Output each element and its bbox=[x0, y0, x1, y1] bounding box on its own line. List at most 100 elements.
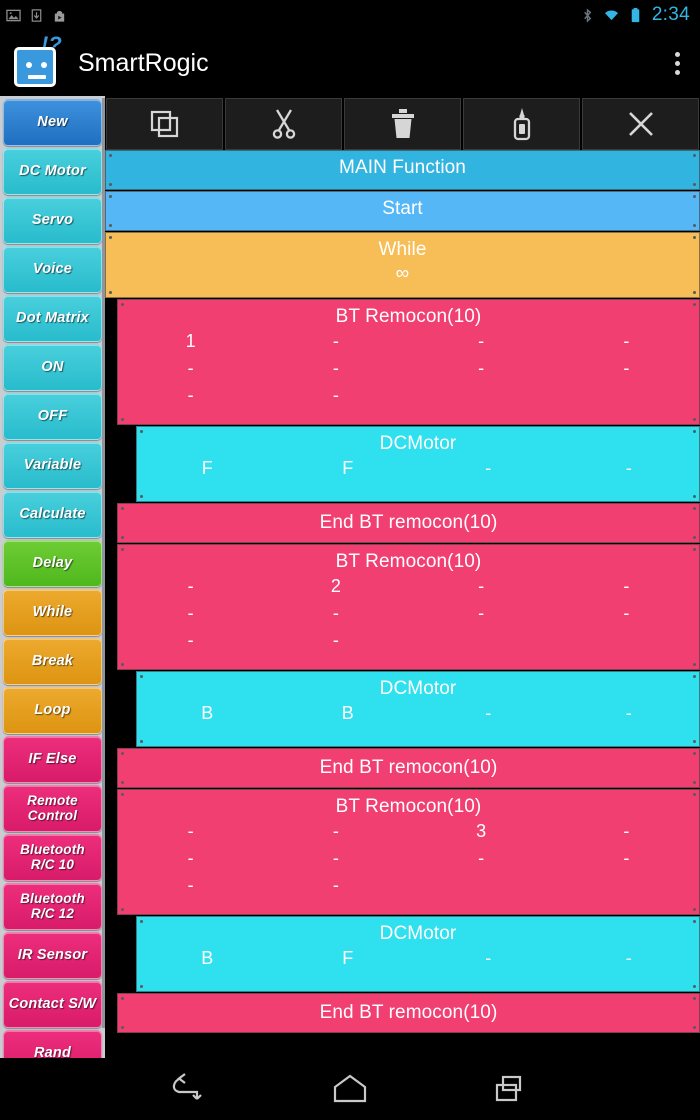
overflow-menu-icon[interactable] bbox=[662, 41, 692, 85]
block-parameter-cell[interactable]: - bbox=[263, 627, 408, 654]
block-parameter-cell[interactable]: - bbox=[118, 818, 263, 845]
program-block-bt[interactable]: End BT remocon(10) bbox=[117, 503, 700, 543]
block-parameter-row: -- bbox=[118, 382, 699, 409]
palette-item-loop[interactable]: Loop bbox=[3, 687, 102, 734]
nav-home-button[interactable] bbox=[327, 1067, 373, 1111]
program-block-bt[interactable]: End BT remocon(10) bbox=[117, 993, 700, 1033]
block-parameter-cell[interactable]: 1 bbox=[118, 328, 263, 355]
block-parameter-cell[interactable]: B bbox=[137, 945, 278, 972]
copy-button[interactable] bbox=[106, 98, 223, 150]
block-parameter-cell[interactable]: - bbox=[418, 945, 559, 972]
block-parameter-cell[interactable]: - bbox=[554, 328, 699, 355]
palette-item-delay[interactable]: Delay bbox=[3, 540, 102, 587]
program-block-main[interactable]: MAIN Function bbox=[105, 150, 700, 190]
palette-item-while[interactable]: While bbox=[3, 589, 102, 636]
palette-item-servo[interactable]: Servo bbox=[3, 197, 102, 244]
block-parameter-cell[interactable]: - bbox=[409, 573, 554, 600]
nav-back-button[interactable] bbox=[166, 1067, 212, 1111]
block-parameter-cell[interactable]: F bbox=[137, 455, 278, 482]
block-parameter-cell[interactable]: - bbox=[409, 845, 554, 872]
block-parameter-cell[interactable]: - bbox=[118, 845, 263, 872]
palette-item-ir-sensor[interactable]: IR Sensor bbox=[3, 932, 102, 979]
block-parameter-cell[interactable]: - bbox=[263, 382, 408, 409]
cut-icon bbox=[272, 109, 295, 139]
palette-item-new[interactable]: New bbox=[3, 99, 102, 146]
delete-button[interactable] bbox=[344, 98, 461, 150]
program-block-list[interactable]: MAIN Function Start While ∞ BT Remocon(10) 1-… bbox=[105, 150, 700, 1033]
program-block-while[interactable]: While ∞ bbox=[105, 232, 700, 298]
close-button[interactable] bbox=[582, 98, 699, 150]
palette-item-bluetooth-r-c-10[interactable]: Bluetooth R/C 10 bbox=[3, 834, 102, 881]
block-title: BT Remocon(10) bbox=[335, 551, 482, 572]
block-parameter-cell[interactable]: B bbox=[278, 700, 419, 727]
block-parameter-row: ---- bbox=[118, 845, 699, 872]
block-parameter-cell[interactable]: - bbox=[554, 818, 699, 845]
palette-item-break[interactable]: Break bbox=[3, 638, 102, 685]
block-title: End BT remocon(10) bbox=[319, 1002, 498, 1023]
block-title: DCMotor bbox=[379, 678, 457, 699]
block-parameter-cell[interactable]: - bbox=[118, 627, 263, 654]
program-block-motor[interactable]: DCMotor F F - - bbox=[136, 426, 700, 502]
palette-item-variable[interactable]: Variable bbox=[3, 442, 102, 489]
block-parameter-cell[interactable]: - bbox=[118, 872, 263, 899]
block-parameter-cell[interactable]: - bbox=[559, 455, 700, 482]
download-icon bbox=[31, 8, 42, 22]
block-parameter-cell[interactable]: - bbox=[559, 945, 700, 972]
block-parameter-cell[interactable]: - bbox=[118, 355, 263, 382]
block-parameter-row: BB-- bbox=[137, 700, 699, 727]
block-title: While bbox=[378, 239, 427, 260]
program-block-bt[interactable]: End BT remocon(10) bbox=[117, 748, 700, 788]
block-parameter-cell[interactable]: - bbox=[409, 355, 554, 382]
block-parameter-cell[interactable]: F bbox=[278, 455, 419, 482]
bluetooth-icon bbox=[583, 8, 592, 22]
block-parameter-cell[interactable]: - bbox=[263, 600, 408, 627]
program-block-start[interactable]: Start bbox=[105, 191, 700, 231]
app-title: SmartRogic bbox=[78, 48, 209, 77]
block-parameter-cell[interactable]: - bbox=[418, 700, 559, 727]
palette-item-calculate[interactable]: Calculate bbox=[3, 491, 102, 538]
block-parameter-cell[interactable]: - bbox=[118, 382, 263, 409]
block-parameter-cell[interactable]: B bbox=[137, 700, 278, 727]
block-parameter-cell[interactable]: - bbox=[263, 328, 408, 355]
block-parameter-cell[interactable]: 3 bbox=[409, 818, 554, 845]
android-nav-bar bbox=[0, 1058, 700, 1120]
cut-button[interactable] bbox=[225, 98, 342, 150]
paste-button[interactable] bbox=[463, 98, 580, 150]
block-parameter-cell[interactable]: - bbox=[418, 455, 559, 482]
block-palette-sidebar[interactable]: New DC Motor Servo Voice Dot Matrix ON OFF Vari… bbox=[0, 96, 105, 1058]
block-parameter-cell[interactable]: - bbox=[554, 845, 699, 872]
palette-item-rand[interactable]: Rand bbox=[3, 1030, 102, 1058]
block-parameter-row: ---- bbox=[118, 355, 699, 382]
palette-item-off[interactable]: OFF bbox=[3, 393, 102, 440]
block-parameter-cell[interactable]: - bbox=[263, 818, 408, 845]
palette-item-contact-s-w[interactable]: Contact S/W bbox=[3, 981, 102, 1028]
block-parameter-cell[interactable]: - bbox=[118, 600, 263, 627]
block-parameter-cell[interactable]: - bbox=[559, 700, 700, 727]
palette-item-voice[interactable]: Voice bbox=[3, 246, 102, 293]
block-parameter-row: 1--- bbox=[118, 328, 699, 355]
block-parameter-cell[interactable]: - bbox=[118, 573, 263, 600]
block-parameter-cell[interactable]: - bbox=[409, 328, 554, 355]
palette-item-bluetooth-r-c-12[interactable]: Bluetooth R/C 12 bbox=[3, 883, 102, 930]
palette-item-dot-matrix[interactable]: Dot Matrix bbox=[3, 295, 102, 342]
block-parameter-cell[interactable]: - bbox=[263, 355, 408, 382]
block-parameter-cell[interactable]: - bbox=[263, 872, 408, 899]
program-block-bt[interactable]: BT Remocon(10) -2- - - - - - - - bbox=[117, 544, 700, 670]
palette-item-remote-control[interactable]: Remote Control bbox=[3, 785, 102, 832]
program-block-motor[interactable]: DCMotor B B - - bbox=[136, 671, 700, 747]
palette-item-dc-motor[interactable]: DC Motor bbox=[3, 148, 102, 195]
block-parameter-cell[interactable]: - bbox=[554, 600, 699, 627]
block-parameter-cell[interactable]: - bbox=[409, 600, 554, 627]
block-parameter-cell[interactable]: - bbox=[554, 355, 699, 382]
program-block-bt[interactable]: BT Remocon(10) - -3- - - - - - - bbox=[117, 789, 700, 915]
block-parameter-cell[interactable]: - bbox=[263, 845, 408, 872]
block-parameter-cell[interactable]: - bbox=[554, 573, 699, 600]
block-parameter-cell[interactable]: 2 bbox=[263, 573, 408, 600]
palette-item-on[interactable]: ON bbox=[3, 344, 102, 391]
block-parameter-cell[interactable]: F bbox=[278, 945, 419, 972]
program-block-bt[interactable]: BT Remocon(10) 1- - - - - - - - - bbox=[117, 299, 700, 425]
program-canvas[interactable]: MAIN Function Start While ∞ BT Remocon(10) 1-… bbox=[105, 96, 700, 1058]
palette-item-if-else[interactable]: IF Else bbox=[3, 736, 102, 783]
program-block-motor[interactable]: DCMotor B F - - bbox=[136, 916, 700, 992]
nav-recents-button[interactable] bbox=[488, 1067, 534, 1111]
